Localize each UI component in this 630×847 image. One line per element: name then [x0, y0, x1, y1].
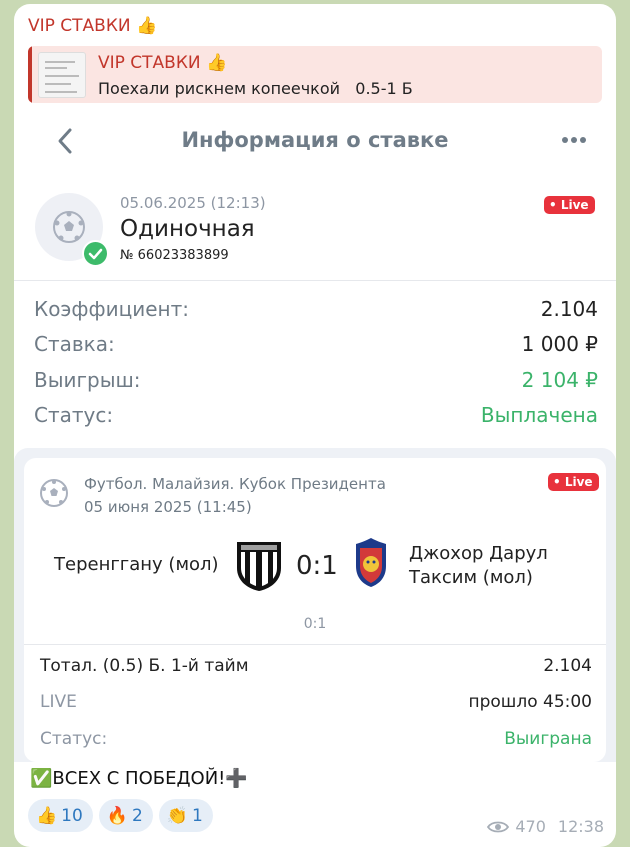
reaction-fire[interactable]: 🔥 2 — [98, 799, 153, 832]
thumbs-up-icon: 👍 — [36, 805, 58, 826]
fire-icon: 🔥 — [106, 805, 128, 826]
eye-icon — [487, 821, 510, 832]
check-mark-icon: ✅ — [30, 768, 53, 789]
reply-accent-bar — [28, 46, 32, 103]
reply-thumbnail — [38, 52, 86, 98]
bet-number: № 66023383899 — [120, 248, 229, 263]
away-team-crest-icon — [356, 538, 386, 587]
half-time-score: 0:1 — [303, 616, 327, 632]
bet-header: 05.06.2025 (12:13) Одиночная № 660233838… — [14, 178, 616, 281]
reaction-clap[interactable]: 👏 1 — [158, 799, 213, 832]
more-icon[interactable] — [560, 134, 588, 146]
bet-date: 05.06.2025 (12:13) — [120, 194, 266, 212]
channel-name[interactable]: VIP СТАВКИ 👍 — [28, 16, 157, 36]
thumbs-up-icon: 👍 — [206, 53, 228, 73]
match-card[interactable]: Футбол. Малайзия. Кубок Президента 05 ию… — [24, 458, 606, 762]
message-time: 12:38 — [557, 817, 604, 836]
live-badge: • Live — [548, 473, 599, 491]
reply-title: VIP СТАВКИ 👍 — [98, 53, 228, 73]
message-caption: ✅ВСЕХ С ПОБЕДОЙ!➕ — [30, 768, 248, 789]
nav-title: Информация о ставке — [181, 128, 449, 152]
message-bubble: VIP СТАВКИ 👍 VIP СТАВКИ 👍 Поехали рискне… — [14, 4, 616, 847]
away-team-name: Джохор Дарул Таксим (мол) — [409, 543, 548, 588]
live-badge: • Live — [544, 196, 595, 214]
view-count: 470 — [515, 817, 546, 836]
message-meta: 470 12:38 — [487, 817, 604, 836]
reaction-thumbs-up[interactable]: 👍 10 — [28, 799, 93, 832]
plus-icon: ➕ — [225, 768, 248, 789]
reply-preview[interactable]: VIP СТАВКИ 👍 Поехали рискнем копеечкой 0… — [28, 46, 602, 103]
match-date: 05 июня 2025 (11:45) — [84, 498, 252, 516]
bet-screenshot: Информация о ставке 05.06.2025 (12:13) О… — [14, 112, 616, 762]
reply-text: Поехали рискнем копеечкой 0.5-1 Б — [98, 79, 413, 98]
league-name: Футбол. Малайзия. Кубок Президента — [84, 475, 386, 493]
clapping-hands-icon: 👏 — [166, 805, 188, 826]
thumbs-up-icon: 👍 — [136, 16, 158, 36]
football-icon — [40, 479, 68, 507]
checkmark-icon — [82, 240, 109, 267]
match-score: 0:1 — [296, 551, 338, 581]
home-team-name: Теренггану (мол) — [54, 554, 219, 575]
home-team-crest-icon — [237, 542, 281, 591]
match-section: Футбол. Малайзия. Кубок Президента 05 ию… — [14, 448, 616, 762]
divider — [24, 644, 606, 645]
bet-type: Одиночная — [120, 216, 255, 242]
channel-name-text: VIP СТАВКИ — [28, 16, 131, 36]
reactions-bar: 👍 10 🔥 2 👏 1 — [28, 799, 213, 832]
